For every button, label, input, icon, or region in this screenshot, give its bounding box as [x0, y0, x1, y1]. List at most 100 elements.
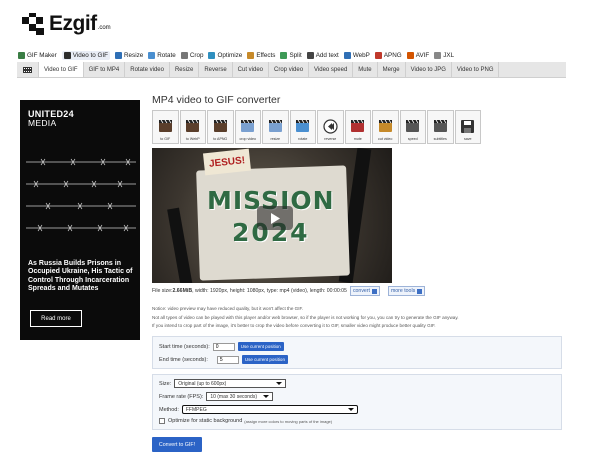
frame-rate-row: Frame rate (FPS): 10 (max 30 seconds) [159, 392, 274, 401]
tool-speed-button[interactable]: speed [399, 110, 426, 144]
effects-icon [247, 51, 255, 59]
convert-to-gif-button[interactable]: Convert to GIF! [152, 437, 202, 452]
crop-video-icon [241, 119, 255, 132]
tab-video-speed[interactable]: Video speed [309, 62, 354, 77]
subtitles-icon [433, 119, 447, 132]
method-row: Method: FFMPEG [159, 405, 358, 414]
jxl-icon [434, 51, 442, 59]
tool-crop-video-button[interactable]: crop video [234, 110, 261, 144]
frame-rate-label: Frame rate (FPS): [159, 393, 204, 400]
tool-reverse-button[interactable]: reverse [317, 110, 344, 144]
end-use-current-position-button[interactable]: Use current position [241, 355, 288, 364]
static-bg-row: Optimize for static background (assign m… [159, 418, 332, 424]
nav-item-rotate[interactable]: Rotate [148, 51, 176, 59]
nav-item-video-to-gif[interactable]: Video to GIF [61, 50, 110, 60]
static-background-checkbox[interactable] [159, 418, 165, 424]
resize-icon [115, 51, 122, 59]
more-tools-button[interactable]: more tools [387, 286, 426, 296]
tool-save-button[interactable]: save [454, 110, 481, 144]
tab-crop-video[interactable]: Crop video [269, 62, 310, 77]
reverse-icon [323, 119, 338, 134]
avif-icon [406, 51, 414, 59]
rotate-icon [148, 51, 156, 59]
barbed-wire-icon [26, 158, 136, 166]
tab-cut-video[interactable]: Cut video [233, 62, 270, 77]
static-background-note: (assign more colors to moving parts of t… [244, 418, 333, 424]
tab-merge[interactable]: Merge [378, 62, 406, 77]
tab-gif-to-mp4[interactable]: GIF to MP4 [84, 62, 126, 77]
chevron-down-icon [263, 395, 270, 398]
to-webp-icon [186, 119, 200, 132]
tool-to-webp-button[interactable]: to WebP [179, 110, 206, 144]
tab-reverse[interactable]: Reverse [199, 62, 233, 77]
sub-nav: Video to GIF GIF to MP4 Rotate video Resize… [17, 62, 566, 78]
nav-item-add-text[interactable]: Add text [306, 51, 339, 59]
logo-mark-icon [22, 13, 46, 35]
time-panel: Start time (seconds): Use current positi… [152, 336, 562, 369]
size-row: Size: Original (up to 600px) [159, 379, 287, 388]
tool-to-apng-button[interactable]: to APNG [207, 110, 234, 144]
convert-dropdown-button[interactable]: convert [349, 286, 380, 296]
nav-item-webp[interactable]: WebP [343, 51, 370, 59]
logo-tld: .com [97, 24, 111, 31]
video-preview[interactable]: JESUS! MISSION 2024 [152, 148, 392, 283]
split-icon [280, 51, 288, 59]
start-use-current-position-button[interactable]: Use current position [237, 342, 284, 351]
size-label: Size: [159, 380, 172, 387]
video-tools-toolbar: to GIF to WebP to APNG crop video resize rota… [152, 110, 482, 144]
ad-brand: UNITED24 MEDIA [28, 109, 74, 128]
nav-item-optimize[interactable]: Optimize [208, 51, 242, 59]
start-time-row: Start time (seconds): Use current positi… [159, 342, 284, 351]
speed-icon [406, 119, 420, 132]
tool-subtitles-button[interactable]: subtitles [427, 110, 454, 144]
advertisement[interactable]: UNITED24 MEDIA As Russia Builds Prisons … [20, 100, 140, 340]
size-select[interactable]: Original (up to 600px) [174, 379, 287, 388]
nav-item-effects[interactable]: Effects [247, 51, 275, 59]
tool-cut-video-button[interactable]: cut video [372, 110, 399, 144]
end-time-label: End time (seconds): [159, 356, 208, 363]
options-panel: Size: Original (up to 600px) Frame rate … [152, 374, 562, 430]
ad-read-more-button[interactable]: Read more [30, 310, 82, 327]
main-nav: GIF Maker Video to GIF Resize Rotate Crop Opt… [18, 49, 459, 61]
tab-video-to-jpg[interactable]: Video to JPG [406, 62, 452, 77]
tool-to-gif-button[interactable]: to GIF [152, 110, 179, 144]
file-info: File size: 2.66MiB, width: 1920px, heigh… [152, 286, 426, 296]
notice-line: If you intend to crop part of the image,… [152, 323, 436, 328]
frame-rate-select[interactable]: 10 (max 30 seconds) [206, 392, 274, 401]
file-size: 2.66MiB [172, 288, 193, 294]
nav-item-apng[interactable]: APNG [374, 51, 402, 59]
start-time-input[interactable] [212, 342, 235, 351]
cut-video-icon [378, 119, 392, 132]
play-icon [271, 212, 280, 224]
static-background-label[interactable]: Optimize for static background [168, 418, 242, 424]
play-button[interactable] [257, 206, 293, 230]
nav-item-gif-maker[interactable]: GIF Maker [18, 51, 57, 59]
notice-line: Notice: video preview may have reduced q… [152, 306, 304, 311]
barbed-wire-icon [26, 202, 136, 210]
tab-video-to-png[interactable]: Video to PNG [452, 62, 500, 77]
barbed-wire-icon [26, 180, 136, 188]
ezgif-logo[interactable]: Ezgif .com [22, 12, 111, 35]
ad-headline[interactable]: As Russia Builds Prisons in Occupied Ukr… [28, 260, 136, 294]
tool-rotate-button[interactable]: rotate [289, 110, 316, 144]
tab-resize[interactable]: Resize [170, 62, 200, 77]
save-icon [461, 120, 475, 133]
nav-item-resize[interactable]: Resize [115, 51, 143, 59]
optimize-icon [208, 51, 216, 59]
nav-item-crop[interactable]: Crop [180, 51, 203, 59]
tab-mute[interactable]: Mute [353, 62, 378, 77]
resize-video-icon [268, 119, 282, 132]
nav-item-jxl[interactable]: JXL [434, 51, 454, 59]
end-time-row: End time (seconds): Use current position [159, 355, 288, 364]
end-time-input[interactable] [216, 355, 239, 364]
crop-icon [180, 51, 188, 59]
tool-mute-button[interactable]: mute [344, 110, 371, 144]
tool-resize-button[interactable]: resize [262, 110, 289, 144]
nav-item-avif[interactable]: AVIF [406, 51, 429, 59]
file-info-label: File size: [152, 288, 173, 294]
apng-icon [374, 51, 382, 59]
nav-item-split[interactable]: Split [280, 51, 302, 59]
tab-video-to-gif[interactable]: Video to GIF [39, 62, 84, 77]
tab-rotate-video[interactable]: Rotate video [125, 62, 170, 77]
method-select[interactable]: FFMPEG [181, 405, 358, 414]
